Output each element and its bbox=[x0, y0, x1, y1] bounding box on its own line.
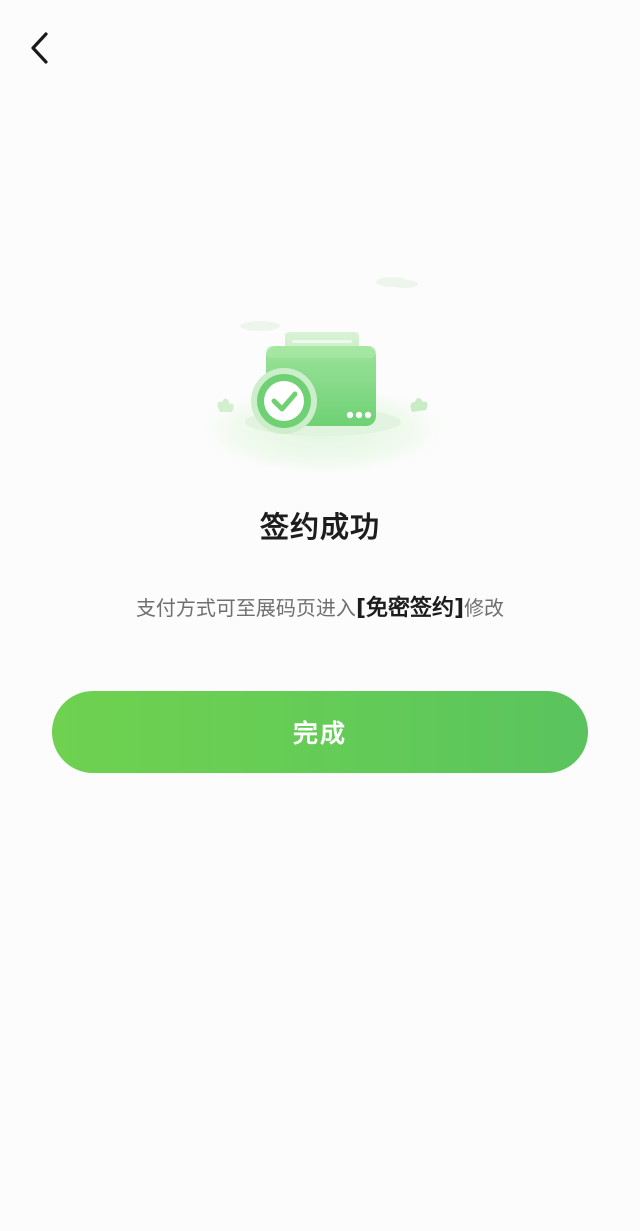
description-text: 支付方式可至展码页进入 bbox=[135, 596, 356, 620]
description-suffix: 修改 bbox=[464, 596, 505, 620]
wallet-check-icon bbox=[203, 277, 443, 474]
description-highlight: [免密签约] bbox=[355, 596, 465, 621]
done-button[interactable]: 完成 bbox=[52, 691, 588, 773]
back-button[interactable] bbox=[18, 26, 62, 70]
page-title: 签约成功 bbox=[259, 510, 380, 544]
success-illustration bbox=[190, 262, 460, 492]
chevron-left-icon bbox=[31, 32, 48, 64]
result-description: 支付方式可至展码页进入[免密签约]修改 bbox=[0, 590, 640, 622]
